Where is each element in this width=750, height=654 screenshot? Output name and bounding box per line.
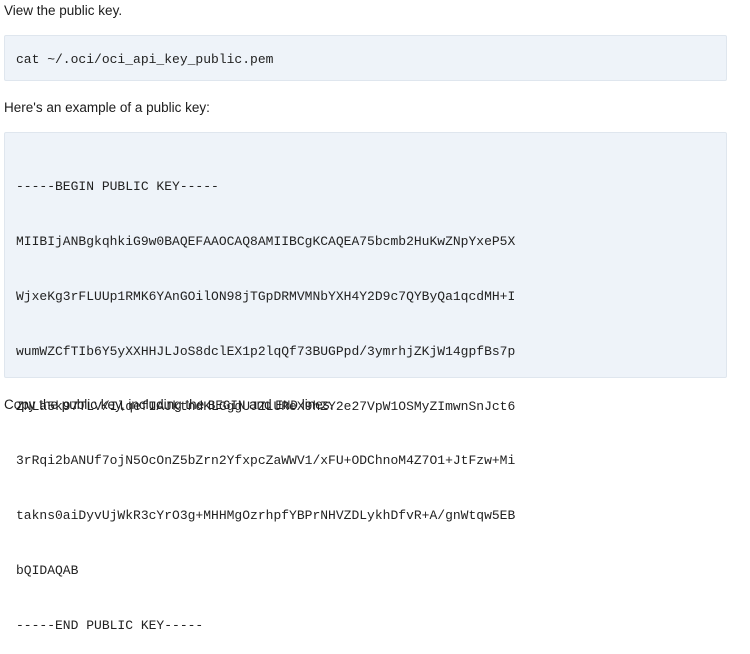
key-line: wumWZCfTIb6Y5yXXHHJLJoS8dclEX1p2lqQf73BU… xyxy=(16,343,516,359)
key-line: bQIDAQAB xyxy=(16,563,79,579)
instruction-text-after: lines. xyxy=(297,397,334,412)
key-line: takns0aiDyvUjWkR3cYrO3g+MHHMgOzrhpfYBPrN… xyxy=(16,508,516,524)
key-line: WjxeKg3rFLUUp1RMK6YAnGOilON98jTGpDRMVMNb… xyxy=(16,288,516,304)
command-line: cat ~/.oci/oci_api_key_public.pem xyxy=(16,52,274,67)
key-line: 3rRqi2bANUf7ojN5OcOnZ5bZrn2YfxpcZaWWV1/x… xyxy=(16,453,516,469)
key-line: MIIBIjANBgkqhkiG9w0BAQEFAAOCAQ8AMIIBCgKC… xyxy=(16,233,516,249)
command-code-block[interactable]: cat ~/.oci/oci_api_key_public.pem xyxy=(4,35,727,81)
intro-text: View the public key. xyxy=(4,3,123,18)
example-intro-text: Here's an example of a public key: xyxy=(4,100,210,115)
instruction-text-middle: and xyxy=(245,397,276,412)
copy-instruction-text: Copy the public key, including the BEGIN… xyxy=(4,396,333,415)
key-line-end: -----END PUBLIC KEY----- xyxy=(16,618,204,634)
inline-code-end: END xyxy=(275,399,298,413)
key-line-begin: -----BEGIN PUBLIC KEY----- xyxy=(16,179,219,194)
inline-code-begin: BEGIN xyxy=(207,399,246,413)
instruction-text-before: Copy the public key, including the xyxy=(4,397,208,412)
public-key-code-block[interactable]: -----BEGIN PUBLIC KEY----- MIIBIjANBgkqh… xyxy=(4,132,727,633)
